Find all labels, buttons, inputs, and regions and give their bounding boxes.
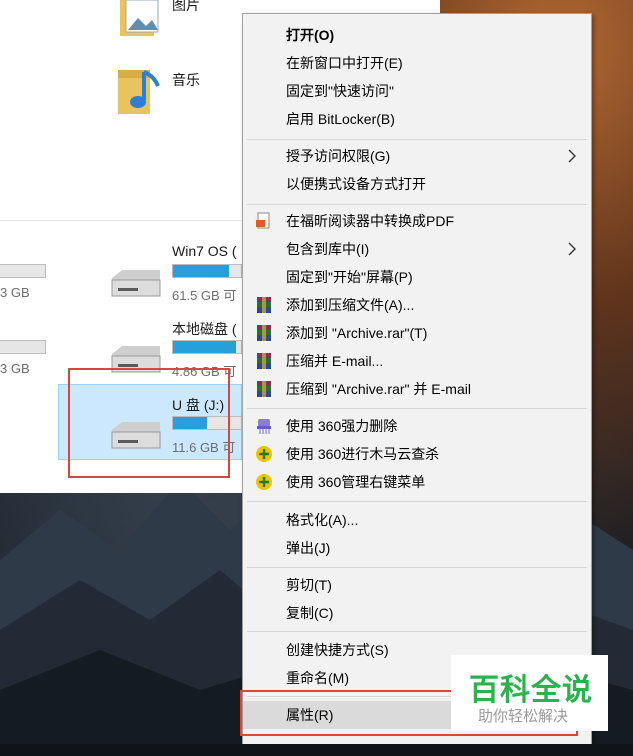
menu-item-360-shred[interactable]: 使用 360强力删除	[243, 412, 591, 440]
plus-360-icon	[256, 474, 272, 490]
pictures-folder[interactable]: 图片	[100, 0, 240, 44]
menu-separator	[247, 204, 587, 205]
menu-item-label: 压缩到 "Archive.rar" 并 E-mail	[286, 381, 471, 397]
menu-item-label: 固定到"快速访问"	[286, 83, 394, 99]
menu-item-label: 使用 360进行木马云查杀	[286, 446, 440, 462]
music-folder[interactable]: 音乐	[100, 62, 240, 118]
partial-drive-free: 3 GB	[0, 361, 30, 376]
menu-item-add-archive-rar[interactable]: 添加到 "Archive.rar"(T)	[243, 319, 591, 347]
foxit-pdf-icon	[256, 212, 270, 229]
menu-item-label: 添加到压缩文件(A)...	[286, 297, 415, 313]
music-folder-icon	[118, 70, 160, 114]
menu-item-label: 压缩并 E-mail...	[286, 353, 384, 369]
pictures-folder-icon	[120, 0, 159, 36]
drive-usage-bar	[172, 340, 242, 354]
menu-item-label: 剪切(T)	[286, 577, 332, 593]
watermark-subtitle: 助你轻松解决	[478, 708, 569, 725]
menu-item-label: 添加到 "Archive.rar"(T)	[286, 325, 428, 341]
watermark-title: 百科全说	[469, 673, 593, 708]
music-folder-label: 音乐	[172, 72, 200, 88]
menu-item-open-portable[interactable]: 以便携式设备方式打开	[243, 170, 591, 198]
taskbar	[0, 744, 633, 756]
menu-separator	[247, 139, 587, 140]
menu-item-foxit-pdf[interactable]: 在福昕阅读器中转换成PDF	[243, 207, 591, 235]
menu-item-label: 启用 BitLocker(B)	[286, 111, 395, 127]
menu-item-open[interactable]: 打开(O)	[243, 21, 591, 49]
menu-separator	[247, 631, 587, 632]
menu-separator	[247, 567, 587, 568]
menu-item-label: 在福昕阅读器中转换成PDF	[286, 213, 454, 229]
shredder-360-icon	[257, 419, 271, 434]
menu-item-copy[interactable]: 复制(C)	[243, 599, 591, 627]
menu-item-label: 格式化(A)...	[286, 512, 359, 528]
context-menu: 打开(O) 在新窗口中打开(E) 固定到"快速访问" 启用 BitLocker(…	[242, 13, 592, 756]
menu-item-give-access[interactable]: 授予访问权限(G)	[243, 142, 591, 170]
watermark-logo: 百科全说 助你轻松解决	[451, 655, 608, 731]
plus-360-icon	[256, 446, 272, 462]
chevron-right-icon	[568, 242, 576, 256]
drive-name: 本地磁盘 (	[172, 321, 237, 337]
menu-item-cut[interactable]: 剪切(T)	[243, 571, 591, 599]
menu-item-label: 包含到库中(I)	[286, 241, 370, 257]
menu-item-add-archive[interactable]: 添加到压缩文件(A)...	[243, 291, 591, 319]
menu-item-label: 固定到"开始"屏幕(P)	[286, 269, 413, 285]
partial-drive-free: 3 GB	[0, 285, 30, 300]
menu-item-label: 弹出(J)	[286, 540, 331, 556]
drive-name: Win7 OS (	[172, 243, 237, 259]
pictures-folder-label: 图片	[172, 0, 200, 13]
menu-item-label: 复制(C)	[286, 605, 334, 621]
menu-item-label: 重命名(M)	[286, 670, 349, 686]
menu-item-eject[interactable]: 弹出(J)	[243, 534, 591, 562]
menu-item-label: 打开(O)	[286, 27, 335, 43]
menu-item-pin-start[interactable]: 固定到"开始"屏幕(P)	[243, 263, 591, 291]
menu-item-label: 以便携式设备方式打开	[286, 176, 426, 192]
menu-item-label: 在新窗口中打开(E)	[286, 55, 403, 71]
menu-item-label: 创建快捷方式(S)	[286, 642, 389, 658]
menu-item-label: 授予访问权限(G)	[286, 148, 391, 164]
menu-item-compress-rar-email[interactable]: 压缩到 "Archive.rar" 并 E-mail	[243, 375, 591, 403]
menu-item-format[interactable]: 格式化(A)...	[243, 506, 591, 534]
drive-usage-fill	[173, 341, 237, 353]
winrar-icon	[257, 353, 271, 369]
menu-item-360-scan[interactable]: 使用 360进行木马云查杀	[243, 440, 591, 468]
drive-usage-bar	[172, 264, 242, 278]
menu-item-open-new-window[interactable]: 在新窗口中打开(E)	[243, 49, 591, 77]
menu-separator	[247, 408, 587, 409]
drive-usage-fill	[173, 265, 229, 277]
partial-drive-bar	[0, 340, 46, 354]
menu-separator	[247, 501, 587, 502]
chevron-right-icon	[568, 149, 576, 163]
menu-item-bitlocker[interactable]: 启用 BitLocker(B)	[243, 105, 591, 133]
drive-free-space: 61.5 GB 可	[172, 288, 237, 303]
menu-item-compress-email[interactable]: 压缩并 E-mail...	[243, 347, 591, 375]
winrar-icon	[257, 297, 271, 313]
drive-icon	[111, 270, 161, 297]
menu-item-include-library[interactable]: 包含到库中(I)	[243, 235, 591, 263]
partial-drive-bar	[0, 264, 46, 278]
winrar-icon	[257, 381, 271, 397]
annotation-box-drive	[68, 368, 230, 478]
menu-item-label: 使用 360强力删除	[286, 418, 398, 434]
menu-item-pin-quick-access[interactable]: 固定到"快速访问"	[243, 77, 591, 105]
menu-item-360-manage[interactable]: 使用 360管理右键菜单	[243, 468, 591, 496]
winrar-icon	[257, 325, 271, 341]
menu-item-label: 使用 360管理右键菜单	[286, 474, 426, 490]
